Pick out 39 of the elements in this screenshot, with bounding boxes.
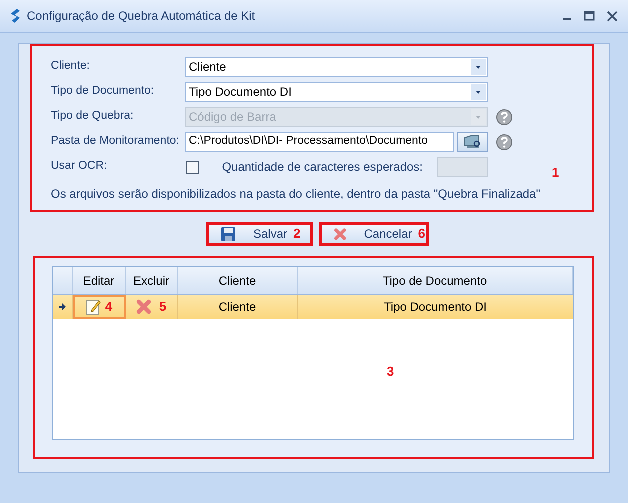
info-text: Os arquivos serão disponibilizados na pasta do cliente, dentro da pasta "Quebra Finalizada" bbox=[51, 186, 542, 203]
column-header[interactable]: Excluir bbox=[126, 267, 178, 294]
callout-number: 1 bbox=[552, 164, 560, 182]
browse-button[interactable] bbox=[457, 132, 488, 152]
pencil-note-icon bbox=[86, 299, 102, 315]
callout-number: 3 bbox=[387, 363, 394, 381]
table-cell-text: Tipo Documento DI bbox=[383, 299, 488, 316]
field-label: Pasta de Monitoramento: bbox=[51, 134, 180, 150]
dropdown[interactable]: Cliente bbox=[185, 57, 488, 77]
folder-search-icon bbox=[464, 135, 482, 149]
callout-number: 5 bbox=[159, 298, 167, 316]
maximize-icon[interactable] bbox=[584, 11, 595, 21]
cross-icon bbox=[136, 299, 152, 315]
close-icon[interactable] bbox=[607, 10, 618, 22]
path-field[interactable]: C:\Produtos\DI\DI- Processamento\Documento bbox=[185, 132, 454, 152]
save-button[interactable]: Salvar 2 bbox=[206, 222, 312, 246]
cancel-button[interactable]: Cancelar 6 bbox=[318, 222, 428, 246]
dropdown: Código de Barra bbox=[185, 107, 488, 127]
field-label: Usar OCR: bbox=[51, 159, 108, 174]
row-pointer-icon bbox=[59, 303, 66, 311]
field-label: Tipo de Quebra: bbox=[51, 109, 135, 124]
dropdown[interactable]: Tipo Documento DI bbox=[185, 82, 488, 102]
field-label: Tipo de Documento: bbox=[51, 84, 156, 100]
column-header[interactable]: Tipo de Documento bbox=[298, 267, 573, 294]
edit-button[interactable]: 4 bbox=[73, 295, 126, 319]
callout-number: 4 bbox=[105, 298, 113, 316]
column-header[interactable]: Cliente bbox=[178, 267, 298, 294]
field-label: Quantidade de caracteres esperados: bbox=[221, 159, 424, 176]
help-icon[interactable] bbox=[496, 134, 513, 150]
field-label: Cliente: bbox=[51, 59, 91, 74]
cross-icon bbox=[334, 226, 346, 242]
table-cell: Cliente bbox=[178, 295, 298, 319]
callout-number: 6 bbox=[418, 225, 426, 244]
delete-button[interactable]: 5 bbox=[126, 295, 178, 319]
checkbox[interactable] bbox=[186, 160, 199, 174]
table-row[interactable]: 4 5 Cliente Tipo Documento DI bbox=[53, 295, 573, 319]
callout-number: 2 bbox=[294, 225, 301, 244]
window-title: Configuração de Quebra Automática de Kit bbox=[27, 8, 256, 25]
column-header[interactable]: Editar bbox=[73, 267, 126, 294]
